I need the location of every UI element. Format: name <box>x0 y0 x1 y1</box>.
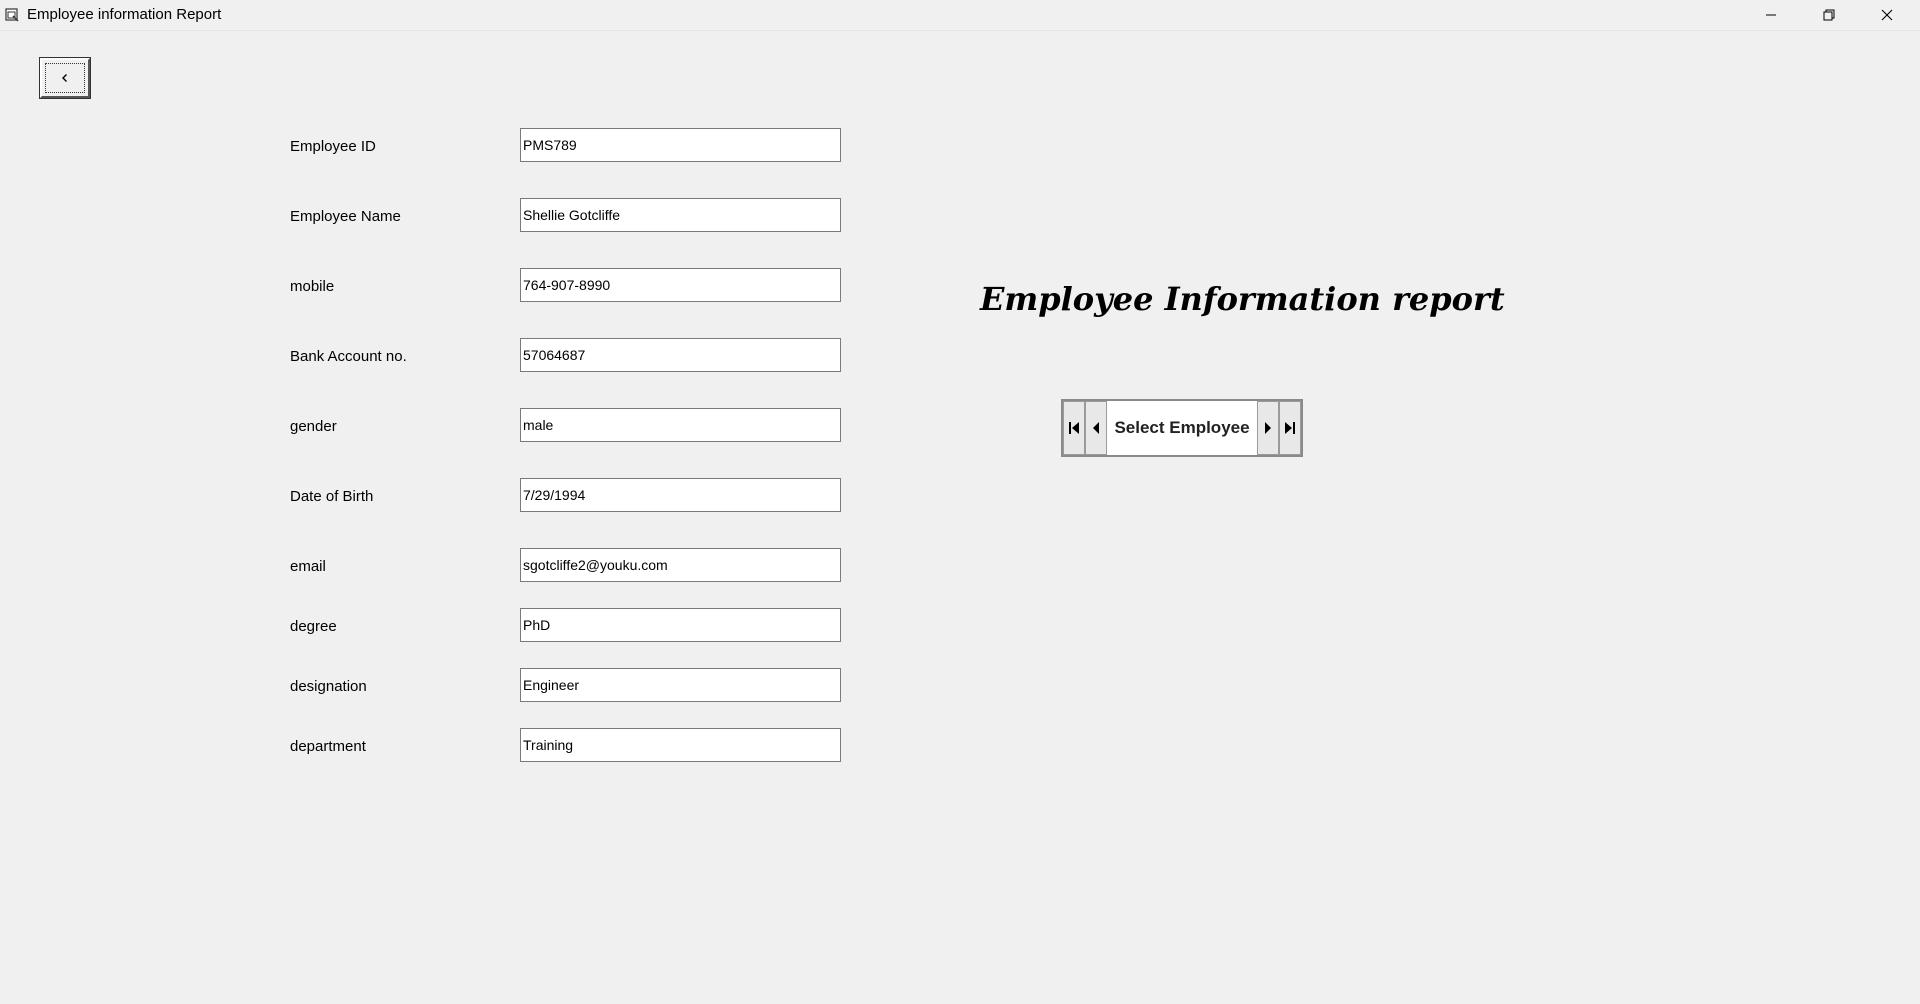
employee-name-label: Employee Name <box>290 208 401 225</box>
employee-id-label: Employee ID <box>290 138 376 155</box>
email-field[interactable] <box>520 548 841 582</box>
last-record-button[interactable] <box>1279 401 1301 455</box>
date-of-birth-field[interactable] <box>520 478 841 512</box>
navigator-caption: Select Employee <box>1114 418 1250 437</box>
app-icon <box>5 8 19 22</box>
degree-field[interactable] <box>520 608 841 642</box>
bank-account-field[interactable] <box>520 338 841 372</box>
close-button[interactable] <box>1858 0 1916 30</box>
first-record-icon <box>1069 422 1079 434</box>
degree-label: degree <box>290 618 337 635</box>
employee-name-field[interactable] <box>520 198 841 232</box>
department-field[interactable] <box>520 728 841 762</box>
restore-button[interactable] <box>1800 0 1858 30</box>
window-title: Employee information Report <box>27 6 222 23</box>
first-record-button[interactable] <box>1063 401 1085 455</box>
report-heading: Employee Information report <box>980 280 1505 318</box>
minimize-button[interactable] <box>1742 0 1800 30</box>
date-of-birth-label: Date of Birth <box>290 488 374 505</box>
minimize-icon <box>1766 14 1776 16</box>
title-bar: Employee information Report <box>0 0 1920 31</box>
employee-id-field[interactable] <box>520 128 841 162</box>
back-button-focus <box>45 63 85 93</box>
close-icon <box>1881 9 1893 21</box>
previous-record-button[interactable] <box>1085 401 1107 455</box>
next-record-icon <box>1265 422 1271 434</box>
next-record-button[interactable] <box>1257 401 1279 455</box>
employee-navigator: Select Employee <box>1061 399 1303 457</box>
mobile-label: mobile <box>290 278 335 295</box>
bank-account-label: Bank Account no. <box>290 348 407 365</box>
back-button[interactable] <box>39 57 91 99</box>
gender-label: gender <box>290 418 337 435</box>
gender-field[interactable] <box>520 408 841 442</box>
designation-label: designation <box>290 678 367 695</box>
designation-field[interactable] <box>520 668 841 702</box>
chevron-left-icon <box>62 74 67 82</box>
restore-icon <box>1823 9 1835 21</box>
last-record-icon <box>1285 422 1295 434</box>
previous-record-icon <box>1093 422 1099 434</box>
mobile-field[interactable] <box>520 268 841 302</box>
department-label: department <box>290 738 366 755</box>
email-label: email <box>290 558 326 575</box>
